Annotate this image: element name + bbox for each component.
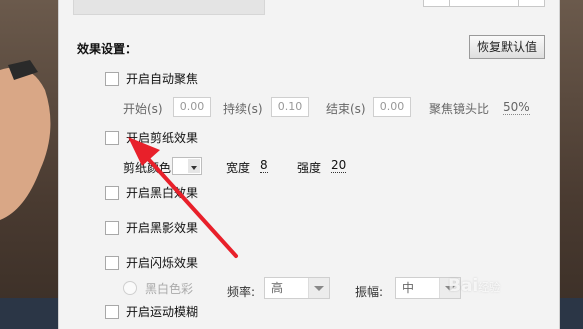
auto-focus-label: 开启自动聚焦 [126,72,199,86]
amplitude-label: 振幅: [355,285,384,299]
motion-blur-checkbox[interactable] [105,305,119,319]
width-label: 宽度 [226,161,251,175]
chevron-down-icon [188,159,200,173]
focus-ratio-label: 聚焦镜头比 [429,102,490,116]
hand-image [0,60,51,220]
focus-ratio-value[interactable]: 50% [503,100,530,115]
duration-label: 持续(s) [223,102,263,116]
flash-checkbox[interactable] [105,256,119,270]
motion-blur-label: 开启运动模糊 [126,305,199,319]
flash-label: 开启闪烁效果 [126,256,199,270]
bw-color-radio[interactable] [123,281,137,295]
frequency-label: 频率: [227,285,256,299]
end-label: 结束(s) [326,102,366,116]
bw-color-label: 黑白色彩 [145,282,194,296]
paper-color-label: 剪纸颜色 [123,161,172,175]
chevron-down-icon [308,278,329,298]
watermark-suffix: 经验 [478,281,501,294]
reset-default-button[interactable]: 恢复默认值 [469,35,545,59]
preview-area [73,0,265,15]
amplitude-value: 中 [402,281,415,295]
end-input[interactable]: 0.00 [373,97,411,117]
auto-focus-checkbox[interactable] [105,72,119,86]
frequency-value: 高 [271,281,284,295]
baidu-watermark: Bai经验 [448,276,500,296]
black-white-label: 开启黑白效果 [126,186,199,200]
duration-input[interactable]: 0.10 [271,97,309,117]
background-right [558,0,583,329]
top-input-field[interactable] [423,0,545,7]
paper-cut-label: 开启剪纸效果 [126,131,199,145]
start-label: 开始(s) [123,102,163,116]
start-input[interactable]: 0.00 [173,97,211,117]
paper-cut-checkbox[interactable] [105,131,119,145]
black-shadow-label: 开启黑影效果 [126,221,199,235]
section-title: 效果设置： [77,42,138,56]
paper-color-picker[interactable] [172,157,202,175]
width-value[interactable]: 8 [260,158,268,173]
black-shadow-checkbox[interactable] [105,221,119,235]
strength-label: 强度 [297,161,322,175]
watermark-text: Bai [448,276,479,296]
frequency-select[interactable]: 高 [264,277,330,299]
black-white-checkbox[interactable] [105,186,119,200]
strength-value[interactable]: 20 [331,158,347,173]
